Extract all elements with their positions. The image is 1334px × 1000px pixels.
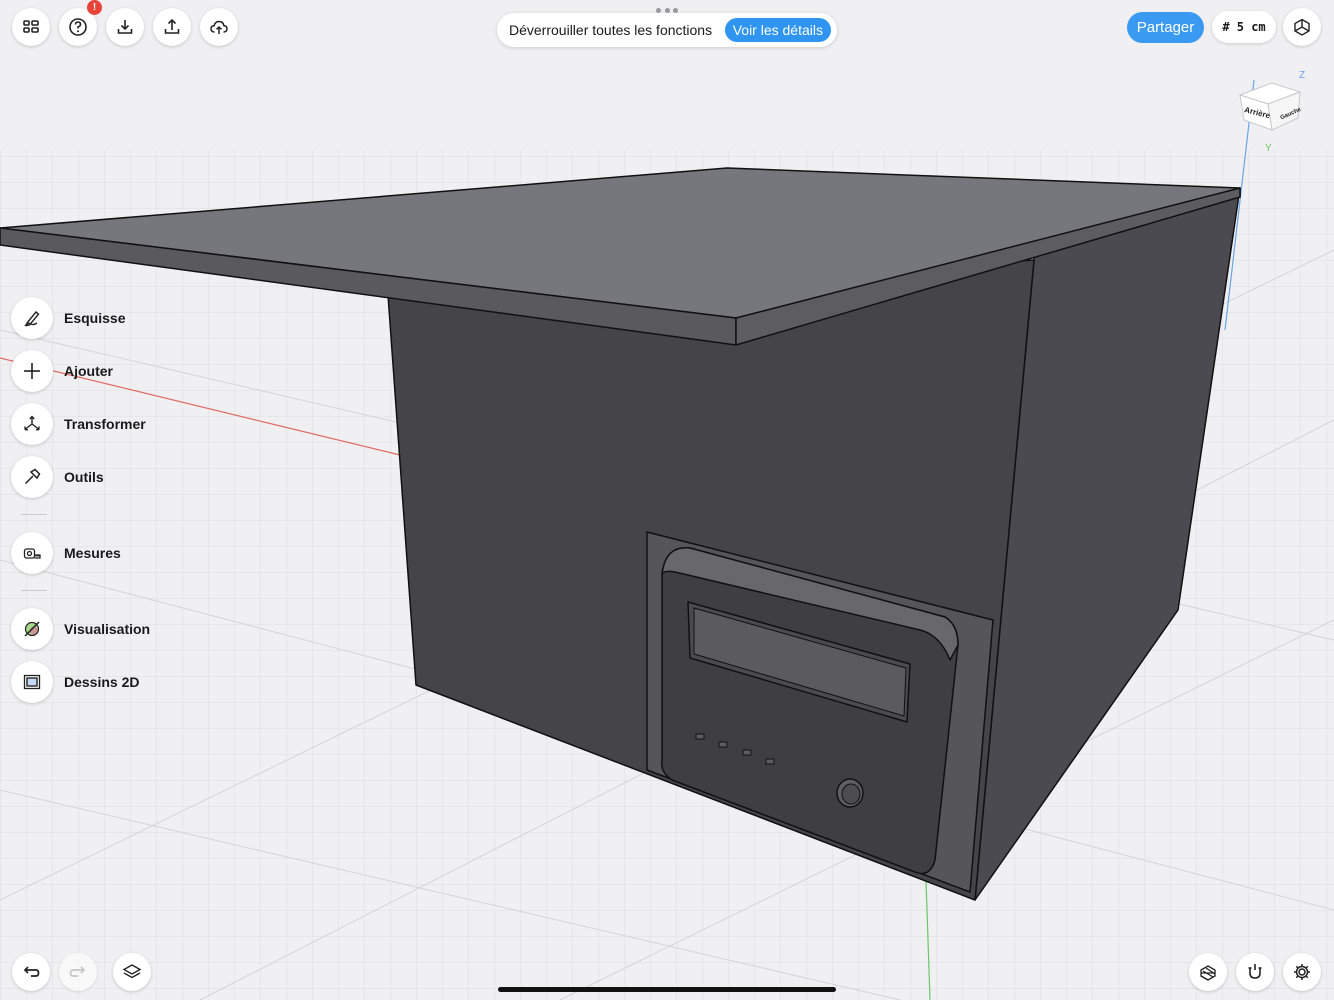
- material-button[interactable]: [1189, 953, 1227, 991]
- undo-button[interactable]: [12, 953, 50, 991]
- help-icon: [69, 18, 87, 36]
- sidebar-item-label: Mesures: [64, 545, 121, 561]
- sidebar-2d-drawings-button[interactable]: [11, 661, 53, 703]
- snap-button[interactable]: [1236, 953, 1274, 991]
- export-button[interactable]: [153, 8, 191, 46]
- sidebar-measures-button[interactable]: [11, 532, 53, 574]
- plus-icon: [24, 363, 40, 379]
- sidebar-item-label: Ajouter: [64, 363, 113, 379]
- grid-menu-icon: [23, 20, 39, 33]
- sidebar-divider: [21, 514, 47, 515]
- sidebar-divider: [21, 590, 47, 591]
- indicator-3: [742, 749, 752, 756]
- sidebar-item-label: Outils: [64, 469, 104, 485]
- cloud-upload-button[interactable]: [200, 8, 238, 46]
- sidebar-item-2d-drawings[interactable]: Dessins 2D: [11, 661, 139, 703]
- sidebar-visualization-button[interactable]: [11, 608, 53, 650]
- indicator-2: [718, 741, 728, 748]
- axis-z-label: Z: [1299, 70, 1305, 81]
- grid-menu-button[interactable]: [12, 8, 50, 46]
- unlock-text: Déverrouiller toutes les fonctions: [509, 22, 713, 38]
- help-notification-badge: !: [87, 0, 102, 15]
- perspective-cube-icon: [1294, 18, 1310, 36]
- download-icon: [117, 20, 133, 34]
- sidebar-transform-button[interactable]: [11, 403, 53, 445]
- axis-y-label: Y: [1265, 143, 1272, 154]
- transform-icon: [24, 415, 40, 431]
- 3d-viewport[interactable]: Arrière Gauche Z Y: [0, 0, 1334, 1000]
- grid-size-button[interactable]: # 5 cm: [1212, 11, 1276, 43]
- tape-measure-icon: [23, 548, 41, 559]
- sidebar-item-visualization[interactable]: Visualisation: [11, 608, 150, 650]
- home-indicator[interactable]: [498, 987, 836, 992]
- material-icon: [1200, 965, 1216, 981]
- import-button[interactable]: [106, 8, 144, 46]
- sidebar-tools-button[interactable]: [11, 456, 53, 498]
- sidebar-item-sketch[interactable]: Esquisse: [11, 297, 125, 339]
- layers-icon: [122, 964, 142, 979]
- sidebar-item-measures[interactable]: Mesures: [11, 532, 121, 574]
- redo-icon: [69, 966, 86, 977]
- drawing-2d-icon: [23, 674, 41, 690]
- upload-icon: [164, 18, 180, 34]
- help-button[interactable]: !: [59, 0, 102, 46]
- sidebar-item-tools[interactable]: Outils: [11, 456, 104, 498]
- sidebar-item-label: Esquisse: [64, 310, 126, 326]
- redo-button[interactable]: [59, 953, 97, 991]
- share-button[interactable]: Partager: [1127, 12, 1204, 43]
- cloud-upload-icon: [210, 20, 228, 34]
- hammer-icon: [24, 468, 41, 485]
- visualization-icon: [24, 621, 40, 637]
- sidebar-add-button[interactable]: [11, 350, 53, 392]
- pencil-icon: [24, 310, 40, 327]
- sidebar-item-label: Transformer: [64, 416, 146, 432]
- sidebar-item-add[interactable]: Ajouter: [11, 350, 113, 392]
- settings-gear-icon: [1294, 964, 1310, 980]
- sidebar-item-label: Dessins 2D: [64, 674, 140, 690]
- undo-icon: [23, 966, 40, 977]
- settings-button[interactable]: [1283, 953, 1321, 991]
- sidebar-item-transform[interactable]: Transformer: [11, 403, 146, 445]
- power-knob-center: [841, 783, 861, 805]
- view-mode-button[interactable]: [1283, 8, 1321, 46]
- sidebar-item-label: Visualisation: [64, 621, 151, 637]
- layers-button[interactable]: [113, 953, 151, 991]
- see-details-button[interactable]: Voir les détails: [724, 18, 831, 42]
- indicator-4: [765, 758, 775, 765]
- unlock-banner: Déverrouiller toutes les fonctions Voir …: [497, 13, 837, 47]
- snap-magnet-icon: [1248, 964, 1262, 979]
- indicator-1: [695, 733, 705, 740]
- sidebar-sketch-button[interactable]: [11, 297, 53, 339]
